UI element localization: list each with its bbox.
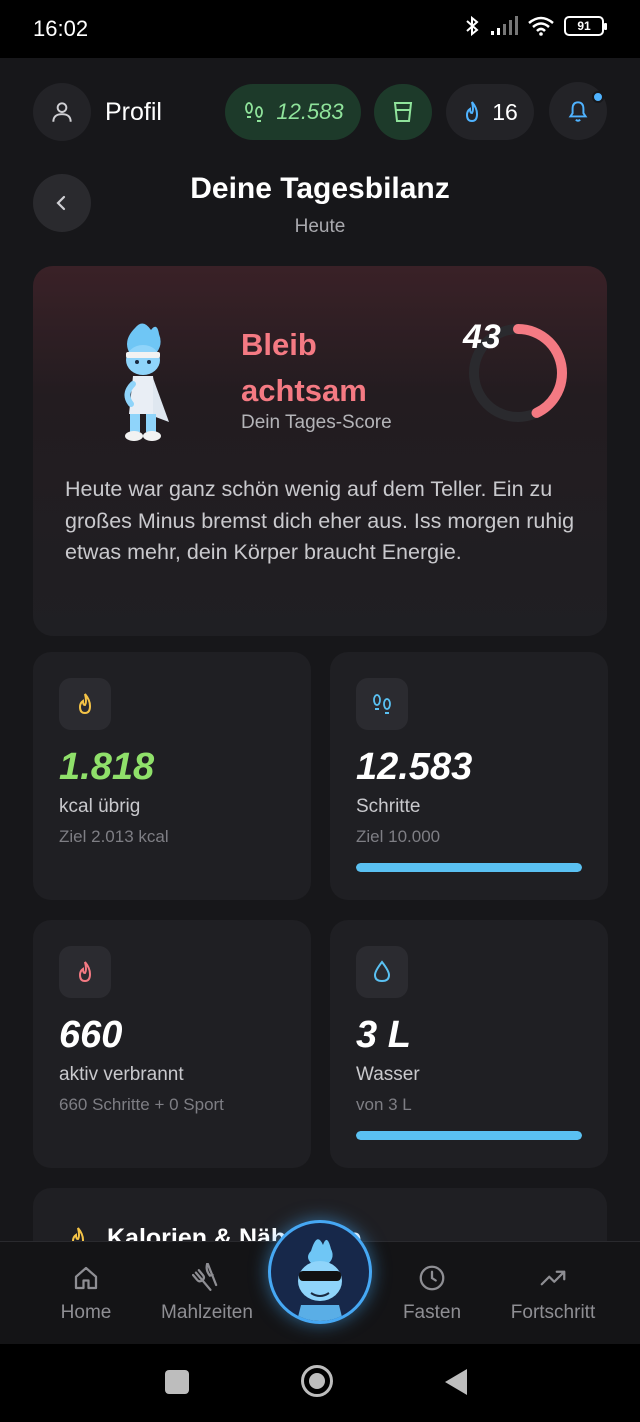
page-subtitle: Heute [294,216,346,237]
flame-icon [71,1227,85,1242]
score-caption: Dein Tages-Score [241,412,392,433]
footprints-icon [373,694,391,714]
wifi-icon [528,16,554,36]
nav-meals-label: Mahlzeiten [161,1302,253,1323]
status-bar: 16:02 91 [0,0,640,58]
nav-fasting[interactable]: Fasten [372,1242,492,1345]
calories-label: kcal übrig [59,796,141,817]
trend-up-icon [540,1270,566,1286]
score-value: 43 [463,318,501,356]
active-value: 660 [59,1014,123,1056]
bluetooth-icon [466,15,479,37]
streak-pill[interactable]: 16 [446,84,534,140]
score-message: Heute war ganz schön wenig auf dem Telle… [65,477,575,564]
steps-progress-fill [356,863,582,872]
nav-home-label: Home [60,1302,112,1323]
streak-value: 16 [492,98,518,125]
active-icon-box [59,946,111,998]
mascot-illustration [124,323,169,441]
steps-label: Schritte [356,796,421,817]
mascot-center-button[interactable] [268,1220,372,1324]
recent-apps-button[interactable] [165,1370,189,1394]
signal-icon [491,16,518,35]
water-icon-box [356,946,408,998]
nav-fasting-label: Fasten [402,1302,462,1323]
page-header: Deine Tagesbilanz Heute [0,170,640,250]
flame-icon [466,101,479,123]
mascot-avatar-icon [297,1239,343,1321]
water-progress-bar [356,1131,582,1140]
nav-home[interactable]: Home [26,1242,146,1345]
steps-pill[interactable]: 12.583 [225,84,361,140]
profile-label: Profil [105,97,162,126]
nav-progress-label: Fortschritt [510,1302,596,1323]
back-system-button[interactable] [445,1369,467,1395]
footprints-icon [245,102,264,122]
calories-icon-box [59,678,111,730]
user-icon [52,102,72,122]
status-icons: 91 [464,14,607,38]
water-value: 3 L [356,1014,411,1056]
water-drop-icon [373,960,391,983]
profile-avatar [33,83,91,141]
steps-progress-bar [356,863,582,872]
profile-button[interactable]: Profil [33,82,162,142]
home-system-button[interactable] [301,1365,333,1397]
water-goal: von 3 L [356,1095,412,1114]
utensils-icon [192,1263,218,1291]
calories-goal: Ziel 2.013 kcal [59,827,169,846]
clock-icon [419,1265,445,1291]
notifications-button[interactable] [549,82,607,140]
battery-indicator: 91 [564,16,607,36]
steps-goal: Ziel 10.000 [356,827,441,846]
app-screen: Profil 12.583 16 Deine Tagesbilanz Heute [0,58,640,1242]
active-burn-card[interactable]: 660 aktiv verbrannt 660 Schritte + 0 Spo… [33,920,311,1168]
nav-meals[interactable]: Mahlzeiten [147,1242,267,1345]
bell-icon [568,101,588,122]
notification-dot [592,91,604,103]
water-label: Wasser [356,1064,420,1085]
active-label: aktiv verbrannt [59,1064,184,1085]
water-progress-fill [356,1131,582,1140]
home-icon [74,1266,98,1290]
system-nav-bar [0,1344,640,1422]
calories-card[interactable]: 1.818 kcal übrig Ziel 2.013 kcal [33,652,311,900]
status-time: 16:02 [33,16,89,41]
nav-progress[interactable]: Fortschritt [493,1242,613,1345]
score-headline: Bleib achtsam [241,327,367,408]
steps-card[interactable]: 12.583 Schritte Ziel 10.000 [330,652,608,900]
steps-value: 12.583 [356,746,473,788]
flame-icon [78,693,92,715]
day-score-card: Bleib achtsam Dein Tages-Score 43 Heute … [33,266,607,636]
page-title: Deine Tagesbilanz [190,172,450,205]
glass-icon [393,102,413,122]
flame-icon [78,961,92,983]
steps-icon-box [356,678,408,730]
steps-pill-value: 12.583 [276,99,344,124]
active-detail: 660 Schritte + 0 Sport [59,1095,224,1114]
water-pill[interactable] [374,84,432,140]
top-bar: Profil 12.583 16 [0,82,640,144]
water-card[interactable]: 3 L Wasser von 3 L [330,920,608,1168]
calories-value: 1.818 [59,746,155,788]
